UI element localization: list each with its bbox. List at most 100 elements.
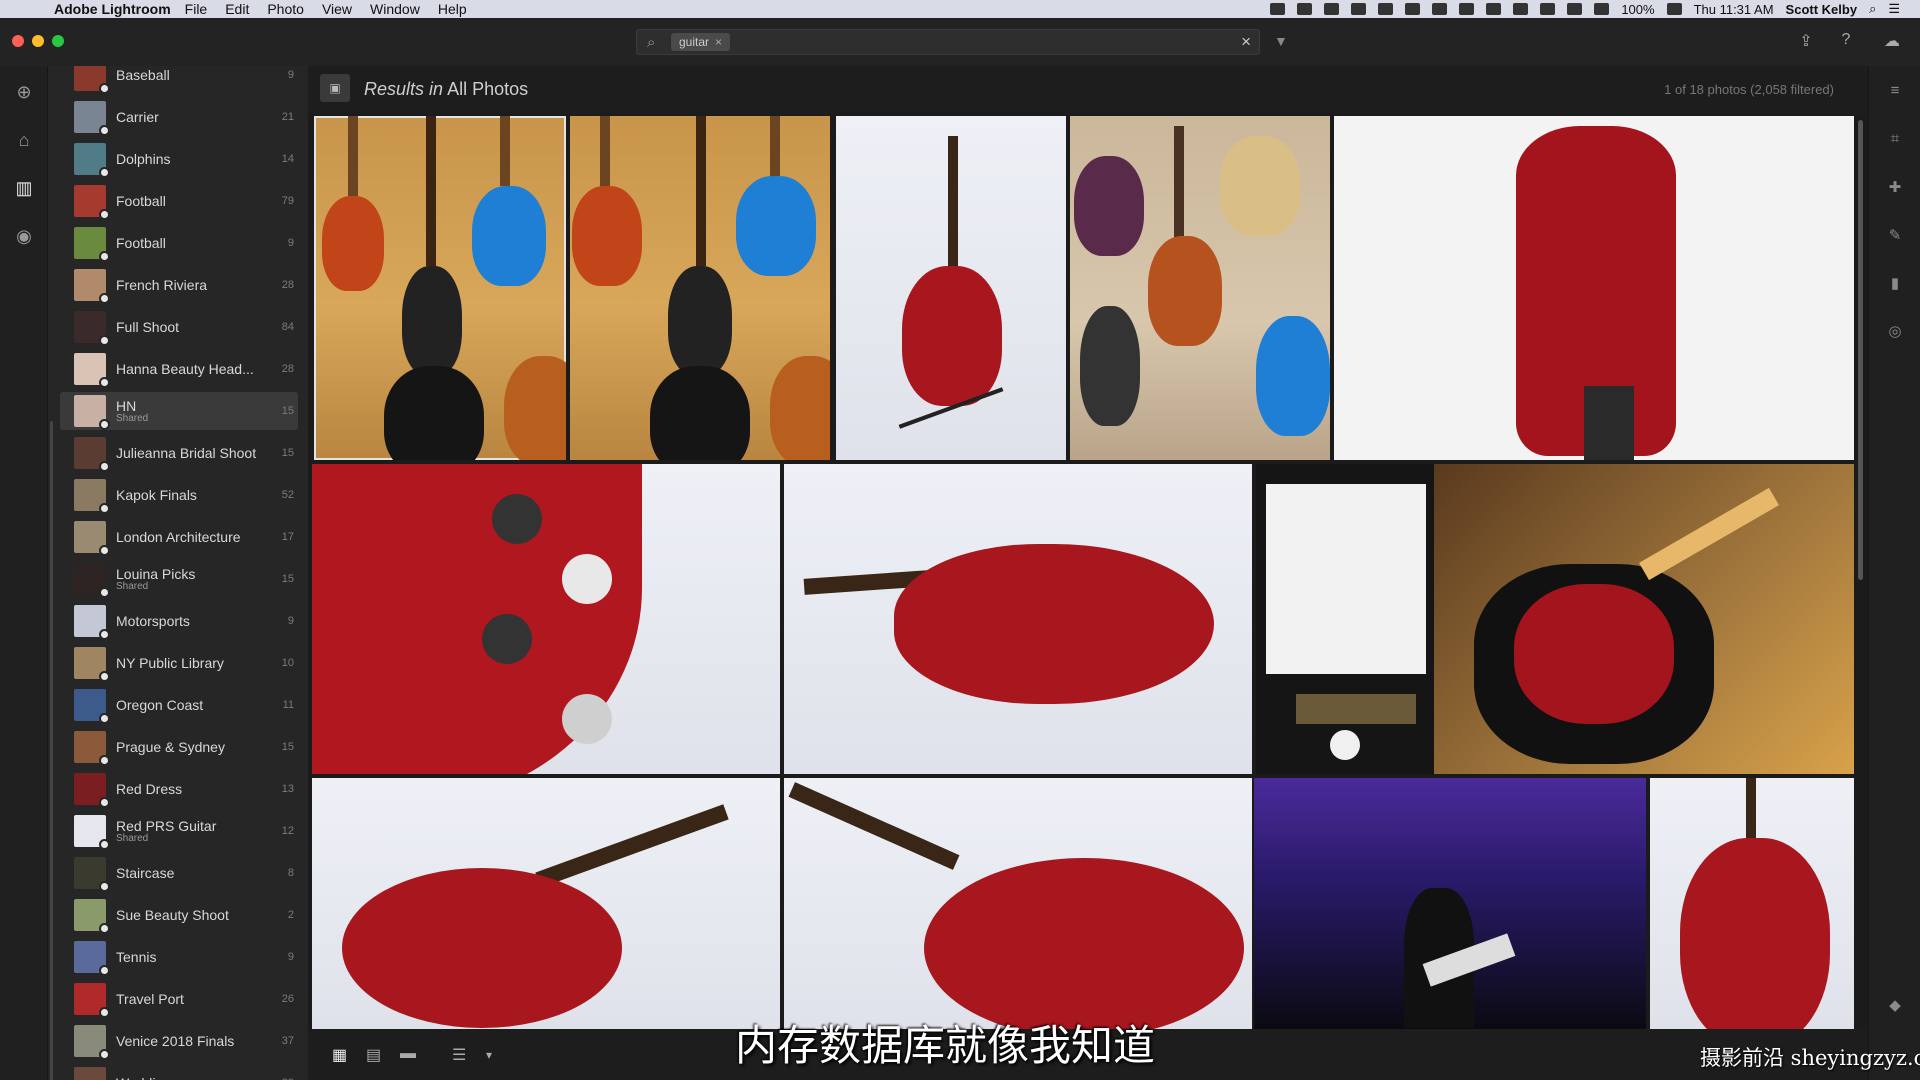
album-count: 26	[281, 993, 294, 1005]
album-item[interactable]: French Riviera 28	[60, 266, 298, 304]
add-photos-icon[interactable]: ⊕	[12, 80, 36, 104]
album-item[interactable]: Motorsports 9	[60, 602, 298, 640]
grid-scrollbar[interactable]	[1858, 120, 1863, 580]
album-item[interactable]: Prague & Sydney 15	[60, 728, 298, 766]
user-name[interactable]: Scott Kelby	[1786, 2, 1858, 17]
album-item[interactable]: Kapok Finals 52	[60, 476, 298, 514]
album-item[interactable]: Julieanna Bridal Shoot 15	[60, 434, 298, 472]
album-item[interactable]: HN Shared 15	[60, 392, 298, 430]
detail-view-icon[interactable]: ▬	[400, 1045, 416, 1063]
photo-red-guitar-angled-2[interactable]	[784, 778, 1252, 1029]
app-tray-icon[interactable]	[1432, 3, 1448, 15]
clear-search-icon[interactable]: ×	[1241, 32, 1251, 52]
home-icon[interactable]: ⌂	[12, 128, 36, 152]
square-grid-view-icon[interactable]: ▤	[366, 1045, 381, 1065]
album-item[interactable]: Sue Beauty Shoot 2	[60, 896, 298, 934]
minimize-window-button[interactable]	[32, 35, 44, 47]
status-app-icon[interactable]	[1297, 3, 1313, 15]
info-icon[interactable]	[1378, 3, 1394, 15]
album-item[interactable]: Weddings29	[60, 1064, 298, 1080]
photo-grid-view-icon[interactable]: ▦	[332, 1045, 347, 1065]
app-menu[interactable]: Adobe Lightroom	[54, 1, 171, 17]
album-item[interactable]: Oregon Coast 11	[60, 686, 298, 724]
display-icon[interactable]	[1351, 3, 1367, 15]
remove-token-icon[interactable]: ×	[715, 35, 722, 49]
notification-center-icon[interactable]: ☰	[1888, 1, 1900, 17]
menu-help[interactable]: Help	[438, 1, 467, 17]
album-badge-icon	[99, 503, 110, 514]
photo-guitar-wall-2[interactable]	[570, 116, 830, 460]
photo-telecaster-on-desk[interactable]	[1434, 464, 1854, 774]
album-count: 15	[281, 573, 294, 585]
photo-stage-performer[interactable]	[1254, 778, 1646, 1029]
sort-chevron-down-icon[interactable]: ▾	[486, 1048, 492, 1062]
zoom-window-button[interactable]	[52, 35, 64, 47]
album-item[interactable]: Hanna Beauty Head... 28	[60, 350, 298, 388]
search-input[interactable]: ⌕ guitar × ×	[636, 29, 1260, 55]
volume-icon[interactable]	[1594, 3, 1610, 15]
library-icon[interactable]: ▥	[12, 176, 36, 200]
crop-icon[interactable]: ⌗	[1885, 130, 1905, 150]
album-name: London Architecture	[116, 529, 241, 545]
photo-guitar-wall-3[interactable]	[1070, 116, 1330, 460]
people-icon[interactable]: ◉	[12, 224, 36, 248]
album-item[interactable]: Louina Picks Shared 15	[60, 560, 298, 598]
menu-edit[interactable]: Edit	[225, 1, 249, 17]
battery-icon[interactable]	[1666, 3, 1682, 15]
flame-icon[interactable]	[1405, 3, 1421, 15]
album-thumbnail	[74, 479, 110, 514]
photo-prs-headstock[interactable]	[1334, 116, 1854, 460]
screen-capture-icon[interactable]	[1324, 3, 1340, 15]
airplay-icon[interactable]	[1513, 3, 1529, 15]
menu-view[interactable]: View	[322, 1, 352, 17]
photo-guitar-knobs-closeup[interactable]	[312, 464, 780, 774]
albums-scrollbar[interactable]	[50, 421, 53, 1080]
cloud-sync-icon[interactable]: ☁	[1882, 31, 1902, 51]
filter-icon[interactable]: ▼	[1274, 33, 1288, 49]
album-item[interactable]: Tennis 9	[60, 938, 298, 976]
search-token-label: guitar	[679, 35, 710, 49]
photo-view-icon[interactable]: ▣	[320, 74, 350, 102]
album-item[interactable]: Football 79	[60, 182, 298, 220]
linear-gradient-icon[interactable]: ▮	[1885, 274, 1905, 294]
album-item[interactable]: Dolphins 14	[60, 140, 298, 178]
album-item[interactable]: Full Shoot 84	[60, 308, 298, 346]
photo-laptop-and-phone[interactable]	[1256, 464, 1436, 774]
brush-icon[interactable]: ✎	[1885, 226, 1905, 246]
photo-red-guitar-body-1[interactable]	[784, 464, 1252, 774]
search-token[interactable]: guitar ×	[671, 33, 731, 51]
spotlight-icon[interactable]: ⌕	[1869, 1, 1876, 17]
menu-window[interactable]: Window	[370, 1, 420, 17]
album-item[interactable]: Travel Port 26	[60, 980, 298, 1018]
album-item[interactable]: Venice 2018 Finals 37	[60, 1022, 298, 1060]
share-icon[interactable]: ⇪	[1796, 31, 1816, 51]
album-item[interactable]: NY Public Library 10	[60, 644, 298, 682]
album-item[interactable]: Red Dress 13	[60, 770, 298, 808]
close-window-button[interactable]	[12, 35, 24, 47]
album-text: Tennis	[116, 949, 288, 965]
album-item[interactable]: Baseball 9	[60, 66, 298, 94]
album-item[interactable]: Football 9	[60, 224, 298, 262]
album-item[interactable]: Staircase 8	[60, 854, 298, 892]
sort-icon[interactable]: ☰	[452, 1045, 466, 1065]
bluetooth-icon[interactable]	[1486, 3, 1502, 15]
radial-gradient-icon[interactable]: ◎	[1885, 322, 1905, 342]
menu-file[interactable]: File	[185, 1, 208, 17]
keyword-tag-icon[interactable]: ◆	[1885, 996, 1905, 1016]
help-icon[interactable]: ?	[1836, 31, 1856, 51]
photo-red-prs-on-stand[interactable]	[836, 116, 1066, 460]
wifi-icon[interactable]	[1540, 3, 1556, 15]
photo-guitar-wall-1[interactable]	[314, 116, 566, 460]
photo-red-guitar-angled-1[interactable]	[312, 778, 780, 1029]
album-item[interactable]: Carrier 21	[60, 98, 298, 136]
edit-sliders-icon[interactable]: ≡	[1885, 82, 1905, 102]
menu-photo[interactable]: Photo	[267, 1, 304, 17]
album-item[interactable]: London Architecture 17	[60, 518, 298, 556]
dropbox-icon[interactable]	[1270, 3, 1286, 15]
time-machine-icon[interactable]	[1567, 3, 1583, 15]
photo-red-guitar-vertical[interactable]	[1650, 778, 1854, 1029]
healing-brush-icon[interactable]: ✚	[1885, 178, 1905, 198]
clock[interactable]: Thu 11:31 AM	[1694, 2, 1774, 17]
app-tray-icon-2[interactable]	[1459, 3, 1475, 15]
album-item[interactable]: Red PRS Guitar Shared 12	[60, 812, 298, 850]
